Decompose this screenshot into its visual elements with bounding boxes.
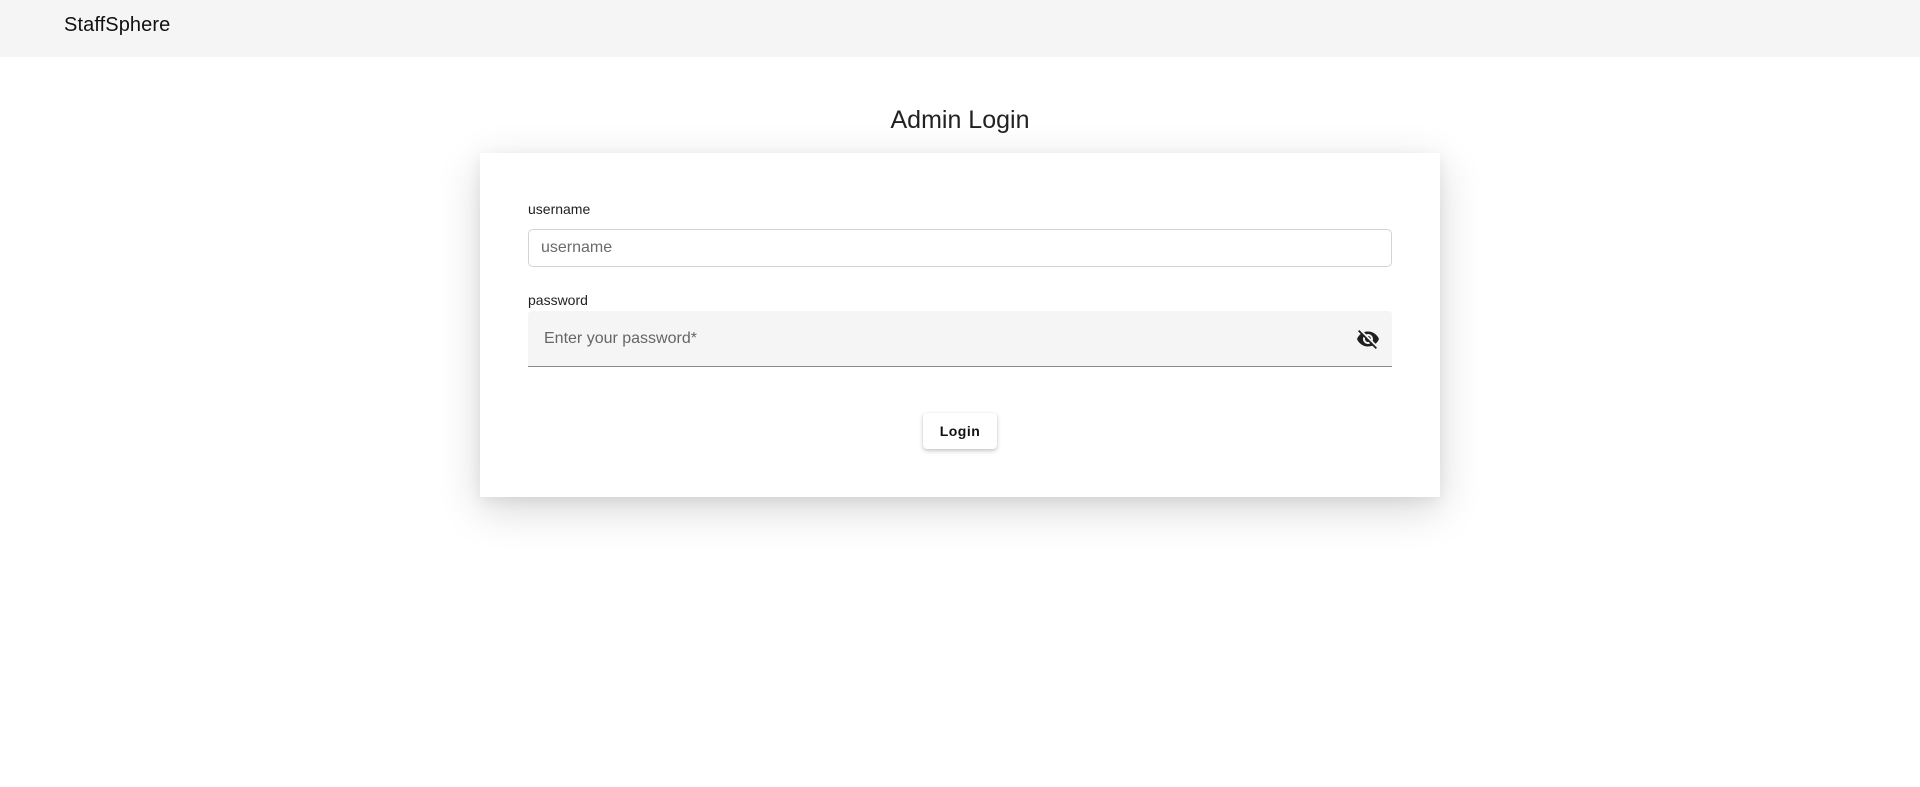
username-input[interactable] (528, 229, 1392, 267)
page-title: Admin Login (890, 106, 1030, 134)
login-card: username password Login (480, 153, 1440, 497)
brand-title[interactable]: StaffSphere (64, 14, 170, 37)
login-button[interactable]: Login (923, 413, 997, 449)
visibility-off-icon[interactable] (1354, 325, 1382, 353)
password-input[interactable] (528, 311, 1328, 366)
top-app-bar: StaffSphere (0, 0, 1920, 57)
username-label: username (528, 201, 591, 217)
password-field[interactable] (528, 311, 1392, 367)
password-label: password (528, 292, 588, 308)
